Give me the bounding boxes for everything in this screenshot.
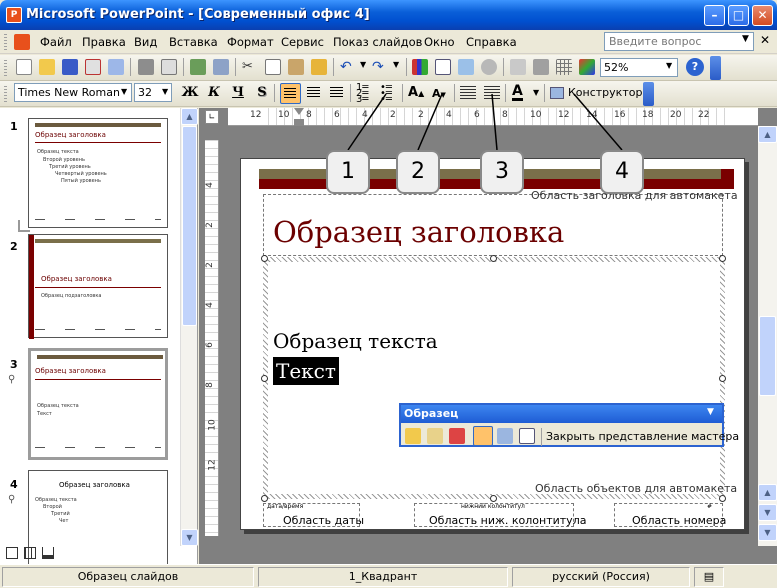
master-toolbar-title-text: Образец xyxy=(404,407,459,420)
toolbar-menu-icon[interactable]: ▼ xyxy=(707,407,714,417)
callout-2: 2 xyxy=(396,150,440,194)
status-view: Образец слайдов xyxy=(2,567,254,587)
rename-master-icon[interactable] xyxy=(497,428,513,444)
spelling-status-icon[interactable]: ▤ xyxy=(694,567,724,587)
status-bar: Образец слайдов 1_Квадрант русский (Росс… xyxy=(0,564,777,588)
insert-title-master-icon[interactable] xyxy=(427,428,443,444)
status-design: 1_Квадрант xyxy=(258,567,508,587)
master-view-toolbar: Образец ▼ Закрыть представление мастера xyxy=(399,403,739,447)
master-toolbar-title[interactable]: Образец ▼ xyxy=(401,405,722,423)
callout-4: 4 xyxy=(600,150,644,194)
insert-slide-master-icon[interactable] xyxy=(405,428,421,444)
close-master-view-button[interactable]: Закрыть представление мастера xyxy=(546,430,739,443)
preserve-master-icon[interactable] xyxy=(473,426,493,446)
callout-1: 1 xyxy=(326,150,370,194)
callout-lines xyxy=(347,93,623,151)
delete-master-icon[interactable] xyxy=(449,428,465,444)
master-layout-icon[interactable] xyxy=(519,428,535,444)
status-language: русский (Россия) xyxy=(512,567,690,587)
callout-3: 3 xyxy=(480,150,524,194)
